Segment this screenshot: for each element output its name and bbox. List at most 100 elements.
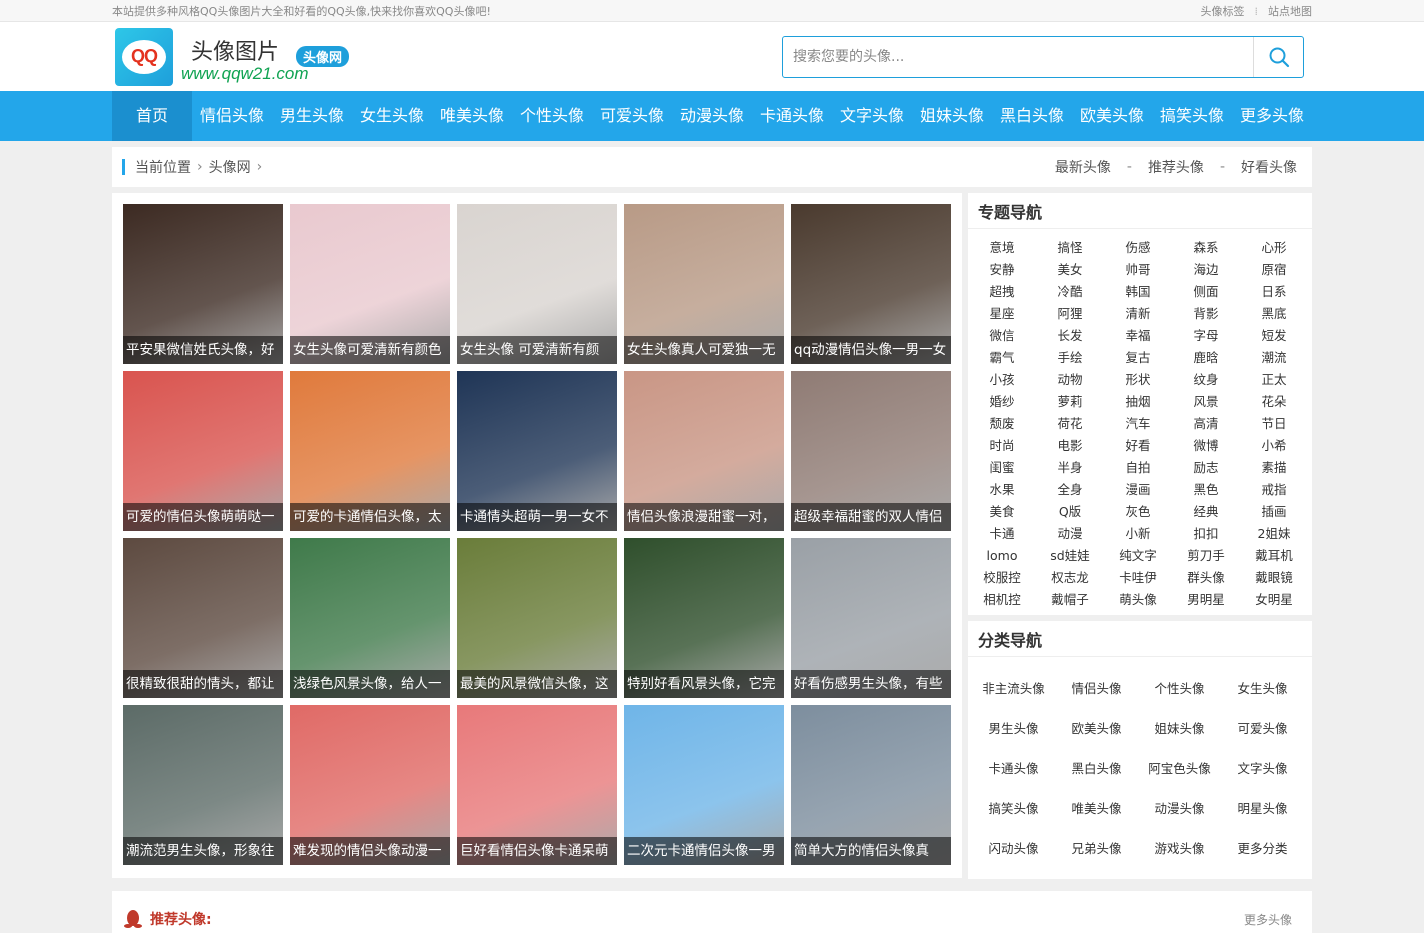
topic-link[interactable]: 意境 [968, 237, 1036, 259]
category-link[interactable]: 闪动头像 [972, 829, 1055, 869]
avatar-card[interactable]: qq动漫情侣头像一男一女 [791, 204, 951, 364]
category-link[interactable]: 阿宝色头像 [1138, 749, 1221, 789]
topic-link[interactable]: 抽烟 [1104, 391, 1172, 413]
topic-link[interactable]: 风景 [1172, 391, 1240, 413]
topic-link[interactable]: 潮流 [1240, 347, 1308, 369]
topic-link[interactable]: 冷酷 [1036, 281, 1104, 303]
nav-item[interactable]: 情侣头像 [192, 91, 272, 141]
topic-link[interactable]: 婚纱 [968, 391, 1036, 413]
topic-link[interactable]: 动漫 [1036, 523, 1104, 545]
topic-link[interactable]: 闺蜜 [968, 457, 1036, 479]
topic-link[interactable]: 美食 [968, 501, 1036, 523]
topic-link[interactable]: 萌头像 [1104, 589, 1172, 611]
category-link[interactable]: 游戏头像 [1138, 829, 1221, 869]
category-link[interactable]: 文字头像 [1221, 749, 1304, 789]
topic-link[interactable]: 灰色 [1104, 501, 1172, 523]
topic-link[interactable]: 男明星 [1172, 589, 1240, 611]
topic-link[interactable]: 霸气 [968, 347, 1036, 369]
topic-link[interactable]: 字母 [1172, 325, 1240, 347]
nav-item[interactable]: 文字头像 [832, 91, 912, 141]
avatar-card[interactable]: 卡通情头超萌一男一女不 [457, 371, 617, 531]
category-link[interactable]: 明星头像 [1221, 789, 1304, 829]
category-link[interactable]: 非主流头像 [972, 669, 1055, 709]
avatar-card[interactable]: 平安果微信姓氏头像，好 [123, 204, 283, 364]
top-link-tags[interactable]: 头像标签 [1201, 3, 1245, 19]
category-link[interactable]: 个性头像 [1138, 669, 1221, 709]
avatar-card[interactable]: 情侣头像浪漫甜蜜一对， [624, 371, 784, 531]
search-button[interactable] [1253, 36, 1303, 77]
topic-link[interactable]: 卡哇伊 [1104, 567, 1172, 589]
topic-link[interactable]: 戒指 [1240, 479, 1308, 501]
avatar-card[interactable]: 巨好看情侣头像卡通呆萌 [457, 705, 617, 865]
link-good-looking[interactable]: 好看头像 [1241, 157, 1297, 177]
topic-link[interactable]: 星座 [968, 303, 1036, 325]
topic-link[interactable]: 微信 [968, 325, 1036, 347]
avatar-card[interactable]: 好看伤感男生头像，有些 [791, 538, 951, 698]
topic-link[interactable]: 搞怪 [1036, 237, 1104, 259]
topic-link[interactable]: 侧面 [1172, 281, 1240, 303]
topic-link[interactable]: 伤感 [1104, 237, 1172, 259]
avatar-card[interactable]: 简单大方的情侣头像真 [791, 705, 951, 865]
category-link[interactable]: 搞笑头像 [972, 789, 1055, 829]
topic-link[interactable]: 女明星 [1240, 589, 1308, 611]
category-link[interactable]: 黑白头像 [1055, 749, 1138, 789]
topic-link[interactable]: 海边 [1172, 259, 1240, 281]
category-link[interactable]: 女生头像 [1221, 669, 1304, 709]
avatar-card[interactable]: 潮流范男生头像，形象往 [123, 705, 283, 865]
topic-link[interactable]: 背影 [1172, 303, 1240, 325]
topic-link[interactable]: 2姐妹 [1240, 523, 1308, 545]
topic-link[interactable]: 扣扣 [1172, 523, 1240, 545]
nav-item[interactable]: 动漫头像 [672, 91, 752, 141]
topic-link[interactable]: 帅哥 [1104, 259, 1172, 281]
more-avatars-link[interactable]: 更多头像 [1244, 911, 1292, 928]
category-link[interactable]: 欧美头像 [1055, 709, 1138, 749]
link-recommended[interactable]: 推荐头像 [1148, 157, 1204, 177]
category-link[interactable]: 更多分类 [1221, 829, 1304, 869]
nav-item[interactable]: 姐妹头像 [912, 91, 992, 141]
avatar-card[interactable]: 难发现的情侣头像动漫一 [290, 705, 450, 865]
topic-link[interactable]: 全身 [1036, 479, 1104, 501]
avatar-card[interactable]: 最美的风景微信头像，这 [457, 538, 617, 698]
breadcrumb-home-link[interactable]: 头像网 [209, 157, 251, 177]
topic-link[interactable]: 微博 [1172, 435, 1240, 457]
topic-link[interactable]: 戴帽子 [1036, 589, 1104, 611]
topic-link[interactable]: 纹身 [1172, 369, 1240, 391]
link-latest[interactable]: 最新头像 [1055, 157, 1111, 177]
nav-item[interactable]: 男生头像 [272, 91, 352, 141]
topic-link[interactable]: 戴眼镜 [1240, 567, 1308, 589]
category-link[interactable]: 卡通头像 [972, 749, 1055, 789]
topic-link[interactable]: 黑色 [1172, 479, 1240, 501]
topic-link[interactable]: 高清 [1172, 413, 1240, 435]
topic-link[interactable]: 形状 [1104, 369, 1172, 391]
avatar-card[interactable]: 很精致很甜的情头，都让 [123, 538, 283, 698]
topic-link[interactable]: 花朵 [1240, 391, 1308, 413]
avatar-card[interactable]: 浅绿色风景头像，给人一 [290, 538, 450, 698]
topic-link[interactable]: 超拽 [968, 281, 1036, 303]
topic-link[interactable]: 群头像 [1172, 567, 1240, 589]
topic-link[interactable]: 荷花 [1036, 413, 1104, 435]
topic-link[interactable]: 插画 [1240, 501, 1308, 523]
topic-link[interactable]: 素描 [1240, 457, 1308, 479]
topic-link[interactable]: 小新 [1104, 523, 1172, 545]
nav-item[interactable]: 唯美头像 [432, 91, 512, 141]
topic-link[interactable]: 清新 [1104, 303, 1172, 325]
topic-link[interactable]: 小孩 [968, 369, 1036, 391]
avatar-card[interactable]: 特别好看风景头像，它完 [624, 538, 784, 698]
category-link[interactable]: 姐妹头像 [1138, 709, 1221, 749]
topic-link[interactable]: Q版 [1036, 501, 1104, 523]
topic-link[interactable]: 水果 [968, 479, 1036, 501]
topic-link[interactable]: 安静 [968, 259, 1036, 281]
category-link[interactable]: 兄弟头像 [1055, 829, 1138, 869]
topic-link[interactable]: 自拍 [1104, 457, 1172, 479]
topic-link[interactable]: 韩国 [1104, 281, 1172, 303]
topic-link[interactable]: 电影 [1036, 435, 1104, 457]
nav-item[interactable]: 搞笑头像 [1152, 91, 1232, 141]
topic-link[interactable]: 复古 [1104, 347, 1172, 369]
nav-item[interactable]: 更多头像 [1232, 91, 1312, 141]
topic-link[interactable]: 剪刀手 [1172, 545, 1240, 567]
avatar-card[interactable]: 可爱的卡通情侣头像，太 [290, 371, 450, 531]
topic-link[interactable]: 动物 [1036, 369, 1104, 391]
site-logo[interactable]: QQ 头像图片 头像网 www.qqw21.com [112, 27, 361, 86]
avatar-card[interactable]: 女生头像可爱清新有颜色 [290, 204, 450, 364]
category-link[interactable]: 唯美头像 [1055, 789, 1138, 829]
